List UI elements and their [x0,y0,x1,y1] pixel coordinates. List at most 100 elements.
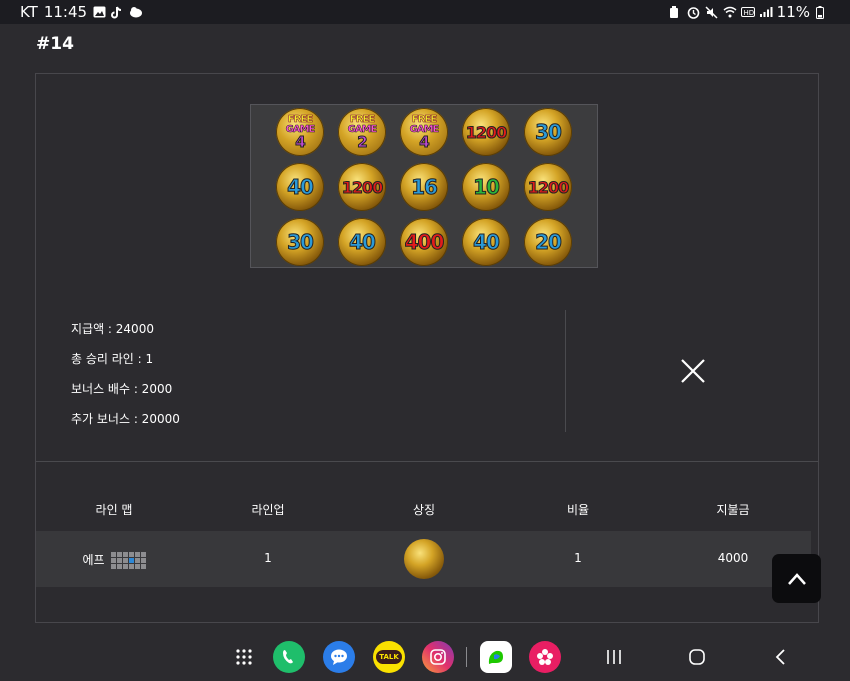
reel-symbol: 40 [338,218,386,266]
chevron-up-icon [787,572,806,585]
back-button[interactable] [768,645,792,669]
line-map-cell-dot [116,564,122,569]
free-count: 4 [419,132,431,151]
home-button[interactable] [685,645,709,669]
battery-saver-icon [669,6,681,18]
wifi-icon [723,6,737,18]
carrier-label: KT [20,3,38,21]
flower-app-icon[interactable] [529,641,561,673]
talk-label: TALK [376,650,402,664]
vertical-divider [565,310,566,432]
line-map-label: 에프 [82,553,105,567]
reel-grid: FREE GAME 4 FREE GAME 2 FREE GAME 4 1200 30 40 1200 1… [250,104,598,268]
line-map-cell-dot [128,564,134,569]
svg-text:HD: HD [743,9,754,17]
reel-symbol: 30 [524,108,572,156]
symbol-value: 30 [287,230,315,255]
symbol-value: 1200 [465,122,508,142]
ratio-cell: 1 [574,551,582,565]
line-map-cell-dot [110,558,116,563]
recent-apps-button[interactable] [602,645,626,669]
gallery-icon [93,6,106,18]
signal-icon [759,6,773,18]
line-map-cell-dot [128,558,134,563]
messages-app-icon[interactable] [323,641,355,673]
reel-symbol: 20 [524,218,572,266]
line-map-cell-dot [128,552,134,557]
reel-symbol: 1200 [524,163,572,211]
page-title: #14 [36,34,74,54]
line-map-cell-dot [110,564,116,569]
line-map-cell-dot [122,558,128,563]
line-map-cell-dot [140,552,146,557]
line-map-cell-dot [134,558,140,563]
reel-symbol: FREE GAME 4 [400,108,448,156]
reel-symbol: 40 [276,163,324,211]
symbol-value: 40 [349,230,377,255]
lineup-cell: 1 [264,551,272,565]
hd-icon: HD [740,6,755,18]
line-map-cell-dot [116,552,122,557]
app-drawer-icon[interactable] [232,645,256,669]
battery-icon [816,6,828,19]
line-map-cell-dot [140,558,146,563]
symbol-value: 30 [535,120,563,145]
header-symbol: 상징 [412,503,436,517]
symbol-value: 400 [404,230,445,255]
symbol-value: 16 [411,175,439,200]
symbol-value: 1200 [527,177,570,197]
free-count: 4 [295,132,307,151]
line-map-cell-dot [116,558,122,563]
reel-symbol: 1200 [338,163,386,211]
bonus-multiplier-text: 보너스 배수 : 2000 [71,382,173,396]
instagram-app-icon[interactable] [422,641,454,673]
line-map-cell-dot [122,564,128,569]
line-map-cell-dot [134,564,140,569]
alarm-icon [687,6,699,19]
navigation-bar: TALK [0,633,850,681]
line-map-grid [110,552,146,569]
line-map-cell-dot [140,564,146,569]
win-lines-text: 총 승리 라인 : 1 [71,352,154,366]
reel-symbol: 1200 [462,108,510,156]
tiktok-icon [111,6,123,19]
reel-symbol: 16 [400,163,448,211]
dock-divider [466,647,467,667]
table-header: 라인 맵 라인업 상징 비율 지불금 [36,501,818,521]
symbol-value: 40 [287,175,315,200]
line-map-cell: 에프 [54,551,174,569]
status-bar: KT 11:45 HD 11% [0,0,850,24]
reel-symbol: 40 [462,218,510,266]
free-text: FREE [349,113,376,125]
header-payout: 지불금 [716,503,750,517]
header-ratio: 비율 [566,503,590,517]
battery-percent: 11% [776,3,810,21]
header-lineup: 라인업 [251,503,285,517]
table-row: 에프 1 1 4000 [36,531,811,587]
cloud-icon [129,6,143,18]
reel-symbol: 400 [400,218,448,266]
mute-icon [705,6,718,19]
horizontal-divider [36,461,818,462]
line-map-cell-dot [110,552,116,557]
symbol-value: 1200 [341,177,384,197]
scroll-top-button[interactable] [772,554,821,603]
free-count: 2 [357,132,369,151]
free-text: FREE [287,113,314,125]
payout-text: 지급액 : 24000 [71,322,154,336]
symbol-value: 40 [473,230,501,255]
reel-symbol: FREE GAME 2 [338,108,386,156]
extra-bonus-text: 추가 보너스 : 20000 [71,412,180,426]
line-map-cell-dot [134,552,140,557]
reel-symbol: 10 [462,163,510,211]
papago-app-icon[interactable] [480,641,512,673]
reel-symbol: 30 [276,218,324,266]
result-panel: FREE GAME 4 FREE GAME 2 FREE GAME 4 1200 30 40 1200 1… [35,73,819,623]
result-info: 지급액 : 24000 총 승리 라인 : 1 보너스 배수 : 2000 추가… [71,314,180,434]
close-icon[interactable] [678,356,708,386]
clock: 11:45 [43,3,88,21]
free-text: FREE [411,113,438,125]
symbol-value: 20 [535,230,563,255]
kakaotalk-app-icon[interactable]: TALK [373,641,405,673]
phone-app-icon[interactable] [273,641,305,673]
